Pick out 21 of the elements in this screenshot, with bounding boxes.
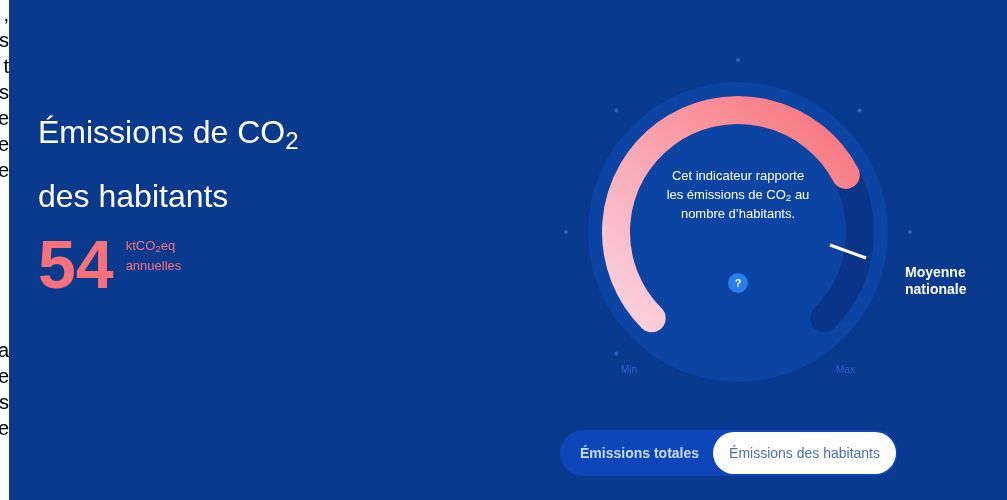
dot-icon <box>908 230 912 234</box>
cut-text-line: s <box>0 28 9 53</box>
tab[interactable]: Émissions totales <box>576 432 704 474</box>
average-marker <box>829 243 867 260</box>
dot-icon <box>564 230 568 234</box>
average-label: Moyenne nationale <box>905 264 968 298</box>
indicator-value: 54 <box>38 232 114 296</box>
dot-icon <box>857 108 862 113</box>
dot-icon <box>614 108 619 113</box>
cut-text-line: , <box>3 2 9 27</box>
unit-label: ktCO$_{2}$eq annuelles <box>125 237 183 275</box>
dot-icon <box>736 58 740 62</box>
gauge-description: Cet indicateur rapporte les émissions de CO$_{2}$ au nombre d’habitants. <box>665 167 811 223</box>
cut-text-line: s <box>0 390 9 415</box>
dot-icon <box>614 351 619 356</box>
indicator-title: Émissions de CO$_{2}$ des habitants <box>38 113 300 216</box>
cut-text-line: t <box>3 54 9 79</box>
max-label: Max <box>836 363 855 377</box>
cut-text-line: s <box>0 80 9 105</box>
min-label: Min <box>621 363 638 377</box>
tab[interactable]: Émissions des habitants <box>713 432 896 474</box>
